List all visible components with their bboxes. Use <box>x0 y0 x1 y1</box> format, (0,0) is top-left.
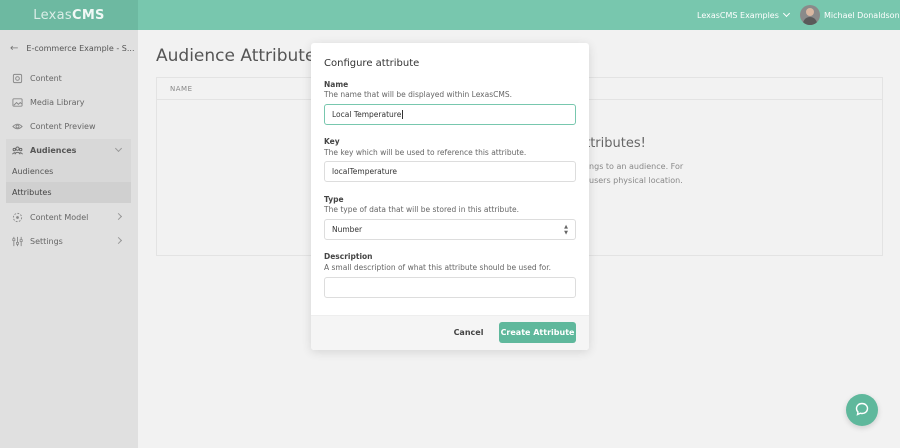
empty-state-text: elongs to an audience. For <box>577 162 684 171</box>
help-chat-button[interactable] <box>846 394 878 426</box>
sidebar-item-label: Content <box>30 73 62 83</box>
sidebar-item-label: Settings <box>30 236 63 246</box>
page-title: Audience Attributes <box>156 46 325 66</box>
key-field[interactable]: localTemperature <box>324 161 576 182</box>
text-cursor <box>402 110 404 119</box>
sidebar-item-label: Content Model <box>30 212 89 222</box>
configure-attribute-dialog: Configure attribute Name The name that w… <box>311 43 589 350</box>
dialog-footer: Cancel Create Attribute <box>311 315 589 350</box>
empty-state-text: users physical location. <box>589 176 683 185</box>
sidebar-item-label: Audiences <box>30 145 77 155</box>
organization-switcher[interactable]: LexasCMS Examples <box>697 0 790 30</box>
back-to-projects-link[interactable]: ← E-commerce Example - S... <box>10 43 135 54</box>
logo-text-part1: Lexas <box>33 7 72 23</box>
settings-icon <box>12 236 23 247</box>
type-select[interactable]: Number ▲ ▼ <box>324 219 576 240</box>
audiences-icon <box>12 145 23 156</box>
key-field-value: localTemperature <box>332 167 397 176</box>
sidebar-subitem-label: Audiences <box>12 167 54 176</box>
sidebar-item-content[interactable]: Content <box>6 67 131 89</box>
chat-bubble-icon <box>855 401 869 420</box>
name-help-text: The name that will be displayed within L… <box>324 90 512 99</box>
content-icon <box>12 73 23 84</box>
chevron-right-icon <box>114 236 123 245</box>
sidebar-item-media-library[interactable]: Media Library <box>6 91 131 113</box>
description-field[interactable] <box>324 277 576 298</box>
type-label: Type <box>324 195 344 204</box>
user-name: Michael Donaldson <box>824 10 900 20</box>
sidebar-subitem-attributes[interactable]: Attributes <box>6 182 131 203</box>
content-model-icon <box>12 212 23 223</box>
create-attribute-button[interactable]: Create Attribute <box>499 322 576 343</box>
arrow-left-icon: ← <box>10 43 19 54</box>
name-label: Name <box>324 80 349 89</box>
user-menu[interactable]: Michael Donaldson <box>800 5 900 25</box>
organization-name: LexasCMS Examples <box>697 10 779 20</box>
description-help-text: A small description of what this attribu… <box>324 263 551 272</box>
name-field[interactable]: Local Temperature <box>324 104 576 125</box>
sidebar-item-content-preview[interactable]: Content Preview <box>6 115 131 137</box>
sidebar-subitem-label: Attributes <box>12 188 52 197</box>
key-help-text: The key which will be used to reference … <box>324 148 527 157</box>
image-icon <box>12 97 23 108</box>
logo[interactable]: LexasCMS <box>0 0 138 30</box>
top-bar: LexasCMS LexasCMS Examples Michael Donal… <box>0 0 900 30</box>
chevron-down-icon <box>114 144 123 153</box>
description-label: Description <box>324 252 373 261</box>
type-help-text: The type of data that will be stored in … <box>324 205 520 214</box>
sidebar-item-settings[interactable]: Settings <box>6 230 131 252</box>
select-arrows-icon: ▲ ▼ <box>564 224 568 236</box>
chevron-down-icon <box>782 9 790 18</box>
name-field-value: Local Temperature <box>332 110 402 119</box>
sidebar-item-label: Content Preview <box>30 121 96 131</box>
sidebar-item-label: Media Library <box>30 97 85 107</box>
avatar <box>800 5 820 25</box>
eye-icon <box>12 121 23 132</box>
logo-text-part2: CMS <box>71 7 105 23</box>
sidebar-subitem-audiences[interactable]: Audiences <box>6 161 131 182</box>
chevron-right-icon <box>114 212 123 221</box>
dialog-title: Configure attribute <box>324 58 420 69</box>
sidebar-item-content-model[interactable]: Content Model <box>6 206 131 228</box>
type-select-value: Number <box>332 225 363 234</box>
key-label: Key <box>324 137 340 146</box>
cancel-button[interactable]: Cancel <box>451 326 486 340</box>
project-name: E-commerce Example - S... <box>26 44 135 53</box>
sidebar-item-audiences[interactable]: Audiences <box>6 139 131 161</box>
